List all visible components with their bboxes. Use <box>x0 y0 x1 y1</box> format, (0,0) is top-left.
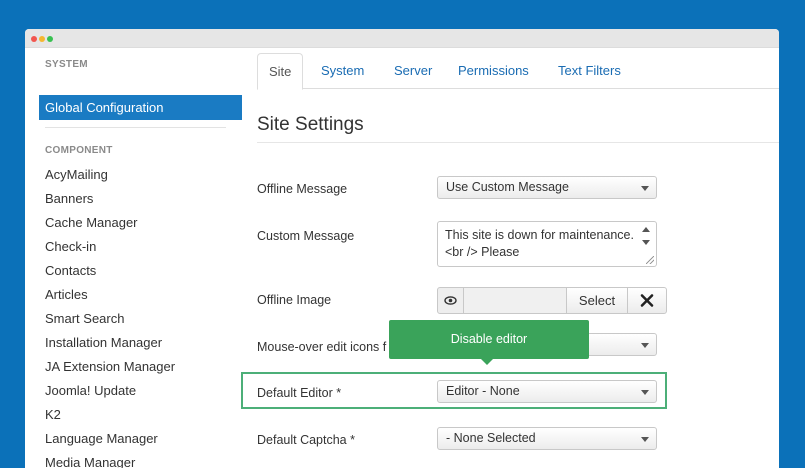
sidebar-item-cache-manager[interactable]: Cache Manager <box>45 215 138 230</box>
custom-message-textarea[interactable]: This site is down for maintenance.<br />… <box>437 221 657 267</box>
chevron-down-icon <box>641 343 649 348</box>
chevron-down-icon <box>641 186 649 191</box>
custom-message-value: This site is down for maintenance.<br />… <box>445 228 634 259</box>
mouseover-edit-label: Mouse-over edit icons f <box>257 340 387 354</box>
scroll-down-icon[interactable] <box>642 240 650 245</box>
default-editor-label: Default Editor * <box>257 386 342 400</box>
offline-message-select[interactable]: Use Custom Message <box>437 176 657 199</box>
offline-image-label: Offline Image <box>257 293 332 307</box>
default-captcha-label: Default Captcha * <box>257 433 355 447</box>
sidebar-item-acymailing[interactable]: AcyMailing <box>45 167 108 182</box>
sidebar-item-language-manager[interactable]: Language Manager <box>45 431 158 446</box>
sidebar-item-ja-extension-manager[interactable]: JA Extension Manager <box>45 359 175 374</box>
offline-message-label: Offline Message <box>257 182 348 196</box>
sidebar-item-smart-search[interactable]: Smart Search <box>45 311 124 326</box>
offline-image-field: Select <box>437 287 667 314</box>
tooltip-text: Disable editor <box>450 332 528 346</box>
sidebar-item-global-configuration[interactable]: Global Configuration <box>39 95 242 120</box>
minimize-window-icon[interactable] <box>39 36 45 42</box>
default-editor-value: Editor - None <box>446 384 520 398</box>
tab-text-filters[interactable]: Text Filters <box>558 53 621 89</box>
default-editor-select[interactable]: Editor - None <box>437 380 657 403</box>
tab-system[interactable]: System <box>321 53 364 89</box>
sidebar-item-contacts[interactable]: Contacts <box>45 263 96 278</box>
default-captcha-select[interactable]: - None Selected <box>437 427 657 450</box>
tooltip-arrow <box>481 359 493 365</box>
clear-image-button[interactable] <box>627 287 667 314</box>
sidebar-item-installation-manager[interactable]: Installation Manager <box>45 335 162 350</box>
sidebar-divider <box>45 127 226 128</box>
sidebar-item-joomla-update[interactable]: Joomla! Update <box>45 383 136 398</box>
sidebar-item-check-in[interactable]: Check-in <box>45 239 96 254</box>
offline-image-input[interactable] <box>463 287 567 314</box>
sidebar-item-articles[interactable]: Articles <box>45 287 88 302</box>
app-window: SYSTEM Global Configuration COMPONENT Ac… <box>25 29 779 468</box>
select-image-button[interactable]: Select <box>566 287 628 314</box>
section-title: Site Settings <box>257 114 364 135</box>
eye-icon <box>444 296 457 305</box>
tab-server[interactable]: Server <box>394 53 432 89</box>
sidebar-item-media-manager[interactable]: Media Manager <box>45 455 135 468</box>
tooltip: Disable editor <box>389 320 589 365</box>
close-icon <box>640 294 654 307</box>
chevron-down-icon <box>641 390 649 395</box>
default-captcha-value: - None Selected <box>446 431 536 445</box>
window-titlebar <box>25 29 779 48</box>
sidebar: SYSTEM Global Configuration COMPONENT Ac… <box>25 48 242 468</box>
resize-handle-icon[interactable] <box>646 256 654 264</box>
sidebar-item-k2[interactable]: K2 <box>45 407 61 422</box>
close-window-icon[interactable] <box>31 36 37 42</box>
sidebar-heading-system: SYSTEM <box>45 59 88 70</box>
tab-permissions[interactable]: Permissions <box>458 53 529 89</box>
preview-button[interactable] <box>437 287 464 314</box>
config-tabs: Site System Server Permissions Text Filt… <box>257 53 779 90</box>
scroll-up-icon[interactable] <box>642 227 650 232</box>
tab-site[interactable]: Site <box>257 53 304 90</box>
custom-message-label: Custom Message <box>257 229 355 243</box>
sidebar-item-banners[interactable]: Banners <box>45 191 93 206</box>
maximize-window-icon[interactable] <box>47 36 53 42</box>
offline-message-value: Use Custom Message <box>446 180 569 194</box>
sidebar-heading-component: COMPONENT <box>45 145 113 156</box>
chevron-down-icon <box>641 437 649 442</box>
section-divider <box>257 142 779 143</box>
